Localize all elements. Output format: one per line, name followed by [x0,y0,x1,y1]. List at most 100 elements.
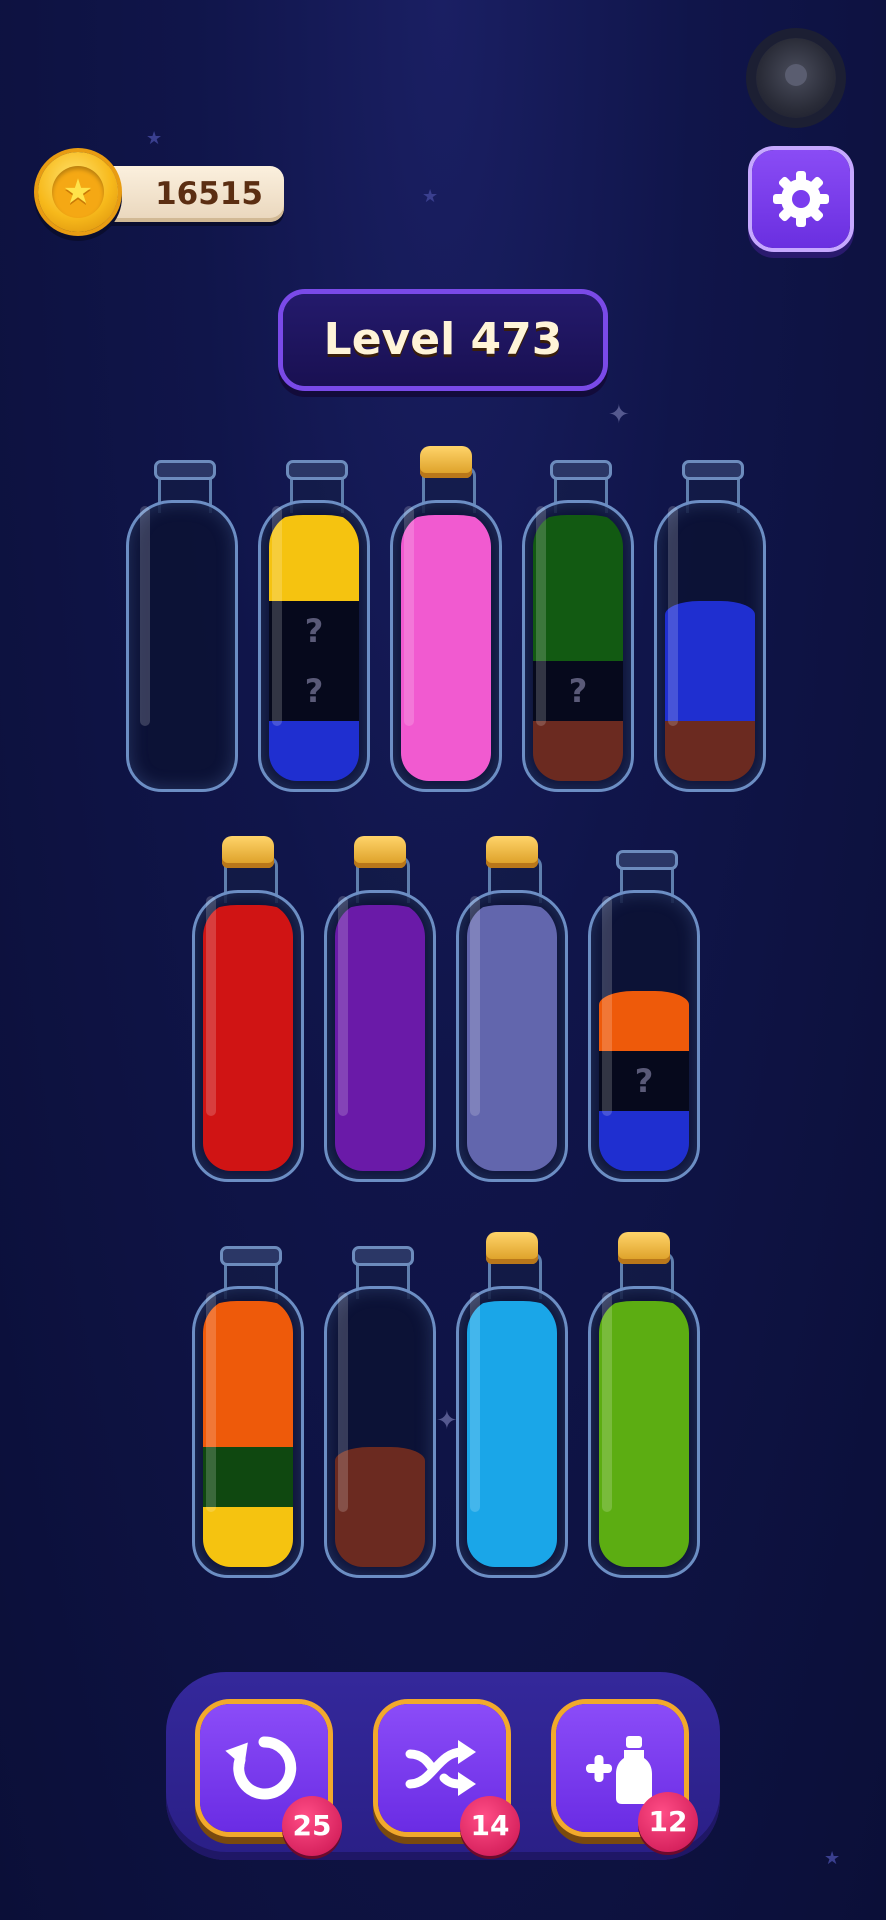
star-decoration: ★ [422,186,439,207]
mystery-question-mark: ? [634,1062,654,1100]
liquid-layer-lavender [467,905,557,991]
mystery-layer: ? [599,1051,689,1111]
cork-icon [486,1232,538,1264]
liquid-layer-cyan [467,1387,557,1447]
undo-icon [225,1736,297,1800]
liquid-layer-pink [401,661,491,721]
bottle-liquid [467,1297,557,1567]
cork-icon [486,836,538,868]
liquid-layer-green [533,601,623,661]
bottle[interactable] [456,1232,568,1580]
bottle-liquid [665,511,755,781]
bottle-liquid [203,901,293,1171]
assistive-dot-icon [785,64,807,86]
glass-highlight [140,506,150,726]
liquid-layer-red [203,1051,293,1111]
cork-icon [618,1232,670,1264]
bottle[interactable]: ? [522,446,634,794]
glass-highlight [206,1292,216,1512]
add-bottle-count-badge: 12 [638,1792,698,1852]
bottle[interactable] [324,1232,436,1580]
shuffle-icon [405,1740,476,1796]
liquid-layer-blue [665,661,755,721]
bottle-liquid [335,901,425,1171]
bottle-liquid [401,511,491,781]
glass-highlight [470,896,480,1116]
bottle[interactable]: ? [588,836,700,1184]
settings-button[interactable] [752,150,850,248]
liquid-layer-pink [401,721,491,781]
liquid-layer-lime [599,1387,689,1447]
liquid-layer-brown [533,721,623,781]
liquid-layer-purple [335,905,425,991]
bottle-liquid: ?? [269,511,359,781]
liquid-layer-darkgreen [203,1447,293,1507]
liquid-layer-orange [599,991,689,1051]
floating-assistive-button[interactable] [756,38,836,118]
liquid-layer-red [203,1111,293,1171]
bottle[interactable] [192,836,304,1184]
bottle-liquid: ? [533,511,623,781]
gear-icon [773,171,829,227]
glass-highlight [338,896,348,1116]
liquid-layer-red [203,991,293,1051]
glass-highlight [602,896,612,1116]
cork-icon [354,836,406,868]
liquid-layer-lime [599,1301,689,1387]
liquid-layer-yellow [203,1507,293,1567]
liquid-layer-pink [401,601,491,661]
bottle[interactable] [456,836,568,1184]
cork-icon [222,836,274,868]
star-decoration: ★ [146,128,163,149]
liquid-layer-cyan [467,1447,557,1507]
bottle-rim [220,1246,282,1266]
star-decoration: ★ [824,1848,841,1869]
add-bottle-icon [586,1736,652,1804]
bottle-rim [682,460,744,480]
bottle-rim [154,460,216,480]
mystery-layer: ? [269,661,359,721]
bottle-liquid: ? [599,901,689,1171]
glass-highlight [338,1292,348,1512]
mystery-layer: ? [533,661,623,721]
sparkle-decoration: ✦ [436,1406,458,1436]
liquid-layer-orange [203,1387,293,1447]
glass-highlight [602,1292,612,1512]
liquid-layer-brown [665,721,755,781]
sparkle-decoration: ✦ [608,400,630,430]
mystery-question-mark: ? [304,672,324,710]
mystery-question-mark: ? [304,612,324,650]
glass-highlight [470,1292,480,1512]
liquid-layer-lavender [467,991,557,1051]
liquid-layer-red [203,905,293,991]
bottle[interactable] [192,1232,304,1580]
bottle-rim [550,460,612,480]
bottle-rim [352,1246,414,1266]
liquid-layer-brown [335,1447,425,1507]
liquid-layer-lime [599,1507,689,1567]
liquid-layer-blue [269,721,359,781]
glass-highlight [668,506,678,726]
bottle[interactable] [588,1232,700,1580]
bottle[interactable] [126,446,238,794]
bottle[interactable]: ?? [258,446,370,794]
liquid-layer-purple [335,991,425,1051]
liquid-layer-purple [335,1111,425,1171]
undo-count-badge: 25 [282,1796,342,1856]
liquid-layer-blue [665,601,755,661]
bottle-liquid [203,1297,293,1567]
bottle[interactable] [390,446,502,794]
coin-value: 16515 [155,176,263,212]
liquid-layer-lime [599,1447,689,1507]
glass-highlight [536,506,546,726]
liquid-layer-pink [401,515,491,601]
bottle[interactable] [654,446,766,794]
shuffle-count-badge: 14 [460,1796,520,1856]
glass-highlight [206,896,216,1116]
bottle[interactable] [324,836,436,1184]
cork-icon [420,446,472,478]
liquid-layer-brown [335,1507,425,1567]
liquid-layer-lavender [467,1051,557,1111]
level-title: Level 473 [323,314,563,365]
mystery-layer: ? [269,601,359,661]
